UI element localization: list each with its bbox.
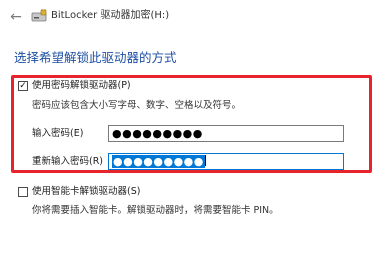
confirm-password-input[interactable]: ●●●●●●●●●: [108, 153, 344, 170]
confirm-password-input-value: ●●●●●●●●●: [112, 155, 205, 168]
password-input[interactable]: ●●●●●●●●●: [108, 125, 344, 142]
title-bar: ← BitLocker 驱动器加密(H:): [0, 0, 382, 34]
password-input-value: ●●●●●●●●●: [112, 127, 203, 140]
page-heading: 选择希望解锁此驱动器的方式: [14, 50, 177, 65]
back-arrow-icon[interactable]: ←: [7, 9, 25, 25]
password-option-checkbox[interactable]: ✓: [18, 81, 28, 91]
window-title: BitLocker 驱动器加密(H:): [51, 10, 170, 21]
smartcard-option-label[interactable]: 使用智能卡解锁驱动器(S): [32, 186, 140, 198]
smartcard-description-text: 你将需要插入智能卡。解锁驱动器时，将需要智能卡 PIN。: [32, 205, 279, 216]
bitlocker-window: ← BitLocker 驱动器加密(H:) 选择希望解锁此驱动器的方式 ✓ 使用…: [0, 0, 382, 255]
confirm-password-field-label: 重新输入密码(R): [32, 156, 104, 167]
smartcard-option-checkbox[interactable]: [18, 187, 28, 197]
password-field-label: 输入密码(E): [32, 128, 84, 139]
text-caret: [204, 155, 206, 166]
bitlocker-drive-icon: [31, 9, 47, 22]
password-option-label[interactable]: 使用密码解锁驱动器(P): [32, 80, 131, 92]
password-requirements-text: 密码应该包含大小写字母、数字、空格以及符号。: [32, 100, 242, 111]
